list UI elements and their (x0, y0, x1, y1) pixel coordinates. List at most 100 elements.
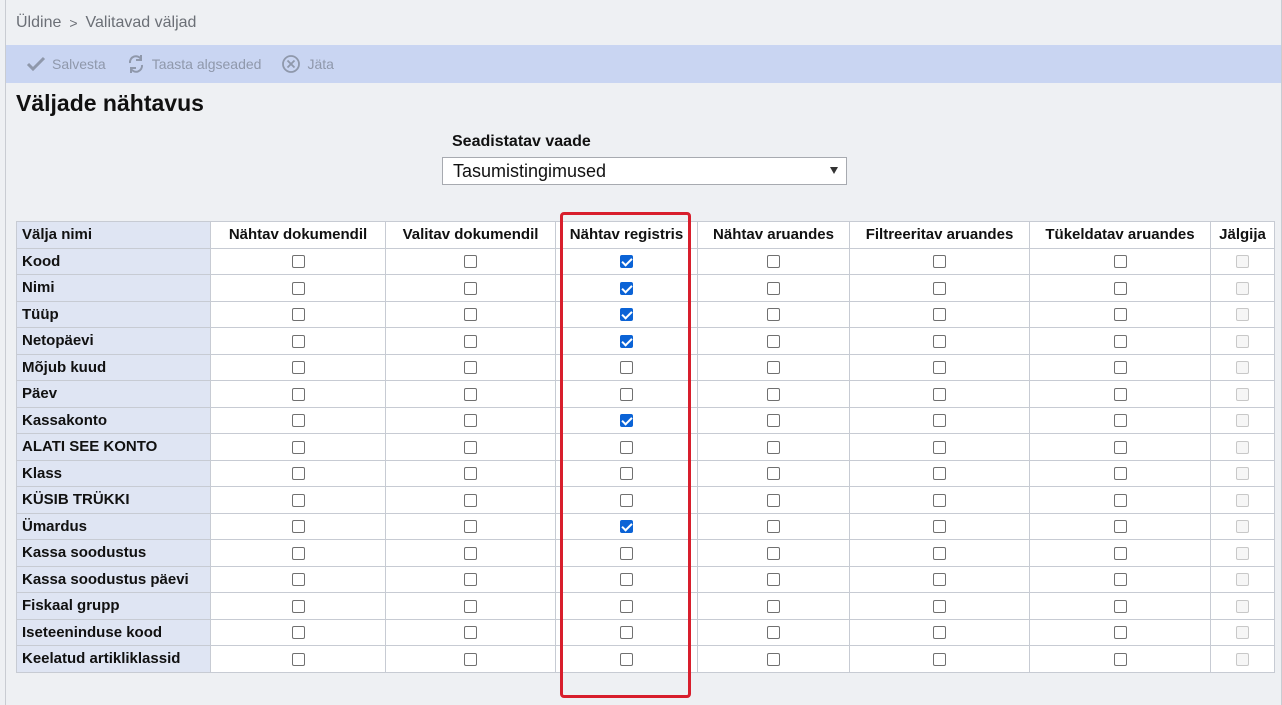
visibility-checkbox[interactable] (1113, 308, 1127, 322)
visibility-checkbox[interactable] (933, 573, 946, 587)
visibility-checkbox[interactable] (767, 387, 780, 401)
visibility-checkbox[interactable] (620, 652, 633, 666)
visibility-checkbox[interactable] (767, 546, 780, 560)
visibility-checkbox[interactable] (464, 467, 477, 481)
visibility-checkbox[interactable] (933, 546, 946, 560)
breadcrumb-item-general[interactable]: Üldine (16, 14, 61, 32)
visibility-checkbox[interactable] (933, 493, 946, 507)
visibility-checkbox[interactable] (767, 493, 780, 507)
visibility-checkbox[interactable] (464, 334, 477, 348)
visibility-checkbox[interactable] (291, 387, 305, 401)
visibility-checkbox[interactable] (767, 334, 780, 348)
visibility-checkbox[interactable] (1113, 414, 1127, 428)
visibility-checkbox[interactable] (767, 414, 780, 428)
visibility-checkbox[interactable] (464, 255, 477, 269)
visibility-checkbox[interactable] (1113, 652, 1127, 666)
visibility-checkbox[interactable] (620, 599, 633, 613)
visibility-checkbox[interactable] (1113, 387, 1127, 401)
visibility-checkbox[interactable] (620, 467, 633, 481)
visibility-checkbox[interactable] (1113, 520, 1127, 534)
visibility-checkbox[interactable] (933, 387, 946, 401)
visibility-checkbox[interactable] (620, 493, 633, 507)
visibility-checkbox[interactable] (464, 493, 477, 507)
visibility-checkbox[interactable] (620, 308, 633, 322)
visibility-checkbox[interactable] (1113, 440, 1127, 454)
visibility-checkbox[interactable] (620, 626, 633, 640)
visibility-checkbox[interactable] (1113, 281, 1127, 295)
visibility-checkbox[interactable] (620, 573, 633, 587)
visibility-checkbox[interactable] (620, 520, 633, 534)
visibility-checkbox[interactable] (767, 626, 780, 640)
visibility-checkbox[interactable] (767, 573, 780, 587)
visibility-checkbox[interactable] (767, 652, 780, 666)
visibility-checkbox[interactable] (464, 308, 477, 322)
visibility-checkbox[interactable] (933, 599, 946, 613)
visibility-checkbox[interactable] (291, 599, 305, 613)
visibility-checkbox[interactable] (1113, 361, 1127, 375)
visibility-checkbox[interactable] (291, 308, 305, 322)
breadcrumb-item-fields[interactable]: Valitavad väljad (86, 14, 197, 32)
visibility-checkbox[interactable] (1113, 626, 1127, 640)
visibility-checkbox[interactable] (1113, 493, 1127, 507)
visibility-checkbox[interactable] (767, 440, 780, 454)
visibility-checkbox[interactable] (620, 255, 633, 269)
visibility-checkbox[interactable] (291, 414, 305, 428)
visibility-checkbox[interactable] (1113, 546, 1127, 560)
visibility-checkbox[interactable] (291, 652, 305, 666)
visibility-checkbox[interactable] (933, 414, 946, 428)
visibility-checkbox[interactable] (933, 361, 946, 375)
visibility-checkbox[interactable] (933, 308, 946, 322)
save-button[interactable]: Salvesta (26, 56, 106, 72)
visibility-checkbox[interactable] (291, 440, 305, 454)
visibility-checkbox[interactable] (620, 334, 633, 348)
visibility-checkbox[interactable] (464, 626, 477, 640)
visibility-checkbox[interactable] (464, 387, 477, 401)
visibility-checkbox[interactable] (767, 281, 780, 295)
visibility-checkbox[interactable] (1113, 334, 1127, 348)
visibility-checkbox[interactable] (291, 467, 305, 481)
visibility-checkbox[interactable] (1113, 467, 1127, 481)
reset-defaults-button[interactable]: Taasta algseaded (126, 54, 261, 74)
visibility-checkbox[interactable] (291, 626, 305, 640)
visibility-checkbox[interactable] (291, 546, 305, 560)
visibility-checkbox[interactable] (291, 334, 305, 348)
visibility-checkbox[interactable] (464, 361, 477, 375)
visibility-checkbox[interactable] (464, 652, 477, 666)
visibility-checkbox[interactable] (464, 573, 477, 587)
visibility-checkbox[interactable] (464, 440, 477, 454)
visibility-checkbox[interactable] (620, 440, 633, 454)
visibility-checkbox[interactable] (464, 414, 477, 428)
visibility-checkbox[interactable] (933, 467, 946, 481)
visibility-checkbox[interactable] (464, 599, 477, 613)
visibility-checkbox[interactable] (767, 520, 780, 534)
visibility-checkbox[interactable] (933, 334, 946, 348)
visibility-checkbox[interactable] (1113, 599, 1127, 613)
visibility-checkbox[interactable] (291, 255, 305, 269)
visibility-checkbox[interactable] (767, 361, 780, 375)
visibility-checkbox[interactable] (933, 255, 946, 269)
visibility-checkbox[interactable] (464, 546, 477, 560)
visibility-checkbox[interactable] (933, 626, 946, 640)
visibility-checkbox[interactable] (933, 652, 946, 666)
visibility-checkbox[interactable] (933, 520, 946, 534)
cancel-button[interactable]: Jäta (281, 54, 334, 74)
visibility-checkbox[interactable] (291, 520, 305, 534)
visibility-checkbox[interactable] (620, 361, 633, 375)
visibility-checkbox[interactable] (291, 573, 305, 587)
visibility-checkbox[interactable] (1113, 573, 1127, 587)
visibility-checkbox[interactable] (933, 440, 946, 454)
visibility-checkbox[interactable] (464, 281, 477, 295)
visibility-checkbox[interactable] (620, 546, 633, 560)
visibility-checkbox[interactable] (620, 414, 633, 428)
visibility-checkbox[interactable] (933, 281, 946, 295)
visibility-checkbox[interactable] (1113, 255, 1127, 269)
visibility-checkbox[interactable] (767, 599, 780, 613)
visibility-checkbox[interactable] (291, 361, 305, 375)
visibility-checkbox[interactable] (767, 467, 780, 481)
visibility-checkbox[interactable] (291, 493, 305, 507)
view-select[interactable]: Tasumistingimused (442, 157, 847, 185)
visibility-checkbox[interactable] (620, 281, 633, 295)
visibility-checkbox[interactable] (291, 281, 305, 295)
visibility-checkbox[interactable] (767, 255, 780, 269)
visibility-checkbox[interactable] (620, 387, 633, 401)
